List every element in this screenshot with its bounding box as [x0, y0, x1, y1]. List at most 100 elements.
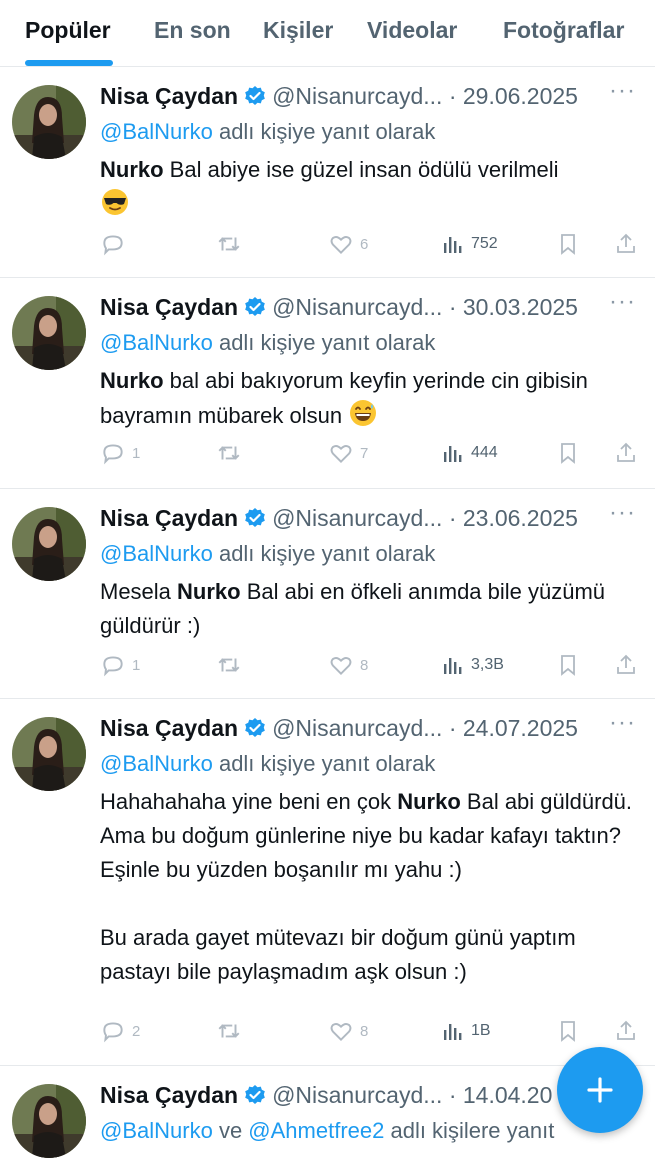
tweet[interactable]: Nisa Çaydan @Nisanurcayd... · 29.06.2025 …: [0, 67, 655, 278]
views-button[interactable]: 3,3B: [441, 650, 504, 680]
view-count: 444: [471, 444, 498, 461]
tweet-date[interactable]: · 30.03.2025: [449, 294, 578, 320]
view-count: 1B: [471, 1022, 491, 1039]
views-button[interactable]: 1B: [441, 1016, 491, 1046]
avatar[interactable]: [12, 296, 86, 370]
retweet-button[interactable]: [216, 438, 242, 468]
tab-photos[interactable]: Fotoğraflar: [503, 17, 624, 44]
tweet[interactable]: Nisa Çaydan @Nisanurcayd... · 24.07.2025 …: [0, 699, 655, 1066]
reply-suffix: adlı kişiye yanıt olarak: [218, 330, 436, 355]
bookmark-button[interactable]: [556, 1016, 580, 1046]
view-count: 752: [471, 235, 498, 252]
verified-badge-icon: [244, 1084, 266, 1112]
tweet[interactable]: Nisa Çaydan @Nisanurcayd... · 23.06.2025 …: [0, 489, 655, 699]
reply-count: 1: [132, 444, 141, 462]
retweet-button[interactable]: [216, 650, 242, 680]
tweet[interactable]: Nisa Çaydan @Nisanurcayd... · 14.04.20 @B…: [0, 1066, 655, 1158]
share-icon: [617, 654, 635, 674]
tweet-header: Nisa Çaydan @Nisanurcayd... · 24.07.2025 …: [100, 709, 640, 745]
mention-link[interactable]: @BalNurko: [100, 541, 213, 566]
share-button[interactable]: [614, 438, 638, 468]
reply-button[interactable]: 2: [100, 1016, 140, 1046]
verified-badge-icon: [244, 507, 266, 535]
tab-latest[interactable]: En son: [154, 17, 231, 44]
author-name[interactable]: Nisa Çaydan: [100, 294, 238, 320]
like-button[interactable]: 8: [328, 650, 368, 680]
author-name[interactable]: Nisa Çaydan: [100, 1082, 238, 1108]
mention-link[interactable]: @BalNurko: [100, 119, 213, 144]
like-button[interactable]: 8: [328, 1016, 368, 1046]
more-options-icon[interactable]: ···: [609, 288, 636, 316]
like-count: 7: [360, 444, 369, 462]
avatar[interactable]: [12, 85, 86, 159]
sunglasses-emoji-icon: [100, 187, 130, 227]
retweet-button[interactable]: [216, 229, 242, 259]
author-name[interactable]: Nisa Çaydan: [100, 83, 238, 109]
like-button[interactable]: 7: [328, 438, 368, 468]
author-name[interactable]: Nisa Çaydan: [100, 505, 238, 531]
bookmark-button[interactable]: [556, 438, 580, 468]
avatar[interactable]: [12, 717, 86, 791]
tab-popular[interactable]: Popüler: [25, 17, 111, 44]
avatar[interactable]: [12, 1084, 86, 1158]
retweet-button[interactable]: [216, 1016, 242, 1046]
reply-count: 2: [132, 1022, 141, 1040]
tweet-date[interactable]: · 29.06.2025: [449, 83, 578, 109]
mention-link[interactable]: @BalNurko: [100, 330, 213, 355]
reply-icon: [103, 656, 123, 677]
views-button[interactable]: 444: [441, 438, 498, 468]
bold-word: Nurko: [100, 157, 164, 182]
tweet-date[interactable]: · 23.06.2025: [449, 505, 578, 531]
like-count: 6: [360, 235, 369, 253]
compose-button[interactable]: [557, 1047, 643, 1133]
bold-word: Nurko: [397, 789, 461, 814]
search-tabs: Popüler En son Kişiler Videolar Fotoğraf…: [0, 0, 655, 67]
reply-button[interactable]: 1: [100, 438, 140, 468]
reply-icon: [103, 444, 123, 465]
views-icon: [444, 658, 462, 674]
reply-context: @BalNurko adlı kişiye yanıt olarak: [100, 330, 435, 356]
retweet-icon: [218, 237, 240, 251]
mention-link[interactable]: @BalNurko: [100, 1118, 213, 1143]
bookmark-icon: [561, 1021, 575, 1042]
author-handle[interactable]: @Nisanurcayd...: [272, 294, 442, 320]
reply-suffix: adlı kişilere yanıt: [384, 1118, 555, 1143]
author-name[interactable]: Nisa Çaydan: [100, 715, 238, 741]
tweet-actions: 1 7 444: [0, 438, 655, 468]
reply-suffix: adlı kişiye yanıt olarak: [218, 541, 436, 566]
bold-word: Nurko: [177, 579, 241, 604]
more-options-icon[interactable]: ···: [609, 499, 636, 527]
bookmark-button[interactable]: [556, 650, 580, 680]
more-options-icon[interactable]: ···: [609, 77, 636, 105]
tab-videos[interactable]: Videolar: [367, 17, 457, 44]
more-options-icon[interactable]: ···: [609, 709, 636, 737]
reply-button[interactable]: [100, 229, 126, 259]
tweet[interactable]: Nisa Çaydan @Nisanurcayd... · 30.03.2025 …: [0, 278, 655, 489]
share-button[interactable]: [614, 1016, 638, 1046]
tab-people[interactable]: Kişiler: [263, 17, 333, 44]
views-button[interactable]: 752: [441, 229, 498, 259]
bookmark-icon: [561, 655, 575, 676]
author-handle[interactable]: @Nisanurcayd...: [272, 715, 442, 741]
verified-badge-icon: [244, 296, 266, 324]
retweet-icon: [218, 658, 240, 672]
like-button[interactable]: 6: [328, 229, 368, 259]
tweet-date[interactable]: · 24.07.2025: [449, 715, 578, 741]
author-handle[interactable]: @Nisanurcayd...: [272, 505, 442, 531]
tweet-header: Nisa Çaydan @Nisanurcayd... · 23.06.2025 …: [100, 499, 640, 535]
tweet-text: Nurko Bal abiye ise güzel insan ödülü ve…: [100, 153, 640, 227]
bookmark-button[interactable]: [556, 229, 580, 259]
author-handle[interactable]: @Nisanurcayd...: [272, 83, 442, 109]
share-button[interactable]: [614, 229, 638, 259]
mention-link[interactable]: @BalNurko: [100, 751, 213, 776]
share-icon: [617, 442, 635, 462]
tweet-date[interactable]: · 14.04.20: [449, 1082, 553, 1108]
heart-icon: [330, 1023, 352, 1042]
share-button[interactable]: [614, 650, 638, 680]
share-icon: [617, 233, 635, 253]
reply-suffix: adlı kişiye yanıt olarak: [218, 751, 436, 776]
mention-link-2[interactable]: @Ahmetfree2: [248, 1118, 384, 1143]
avatar[interactable]: [12, 507, 86, 581]
author-handle[interactable]: @Nisanurcayd...: [272, 1082, 442, 1108]
reply-button[interactable]: 1: [100, 650, 140, 680]
